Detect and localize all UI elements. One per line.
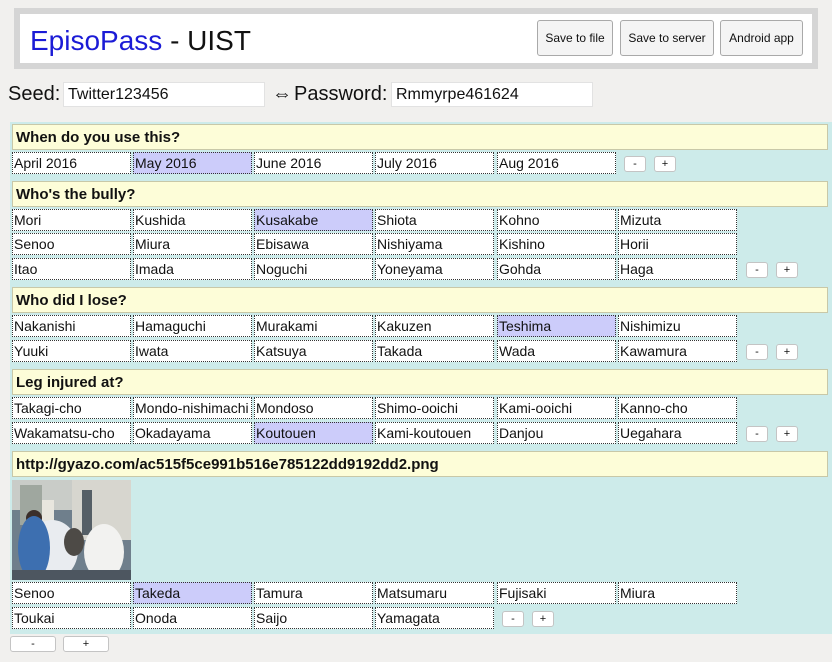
answer-cell[interactable]: Miura xyxy=(618,582,737,604)
seed-input[interactable] xyxy=(63,82,265,107)
answer-cell[interactable]: Hamaguchi xyxy=(133,315,252,337)
answer-cell[interactable]: Fujisaki xyxy=(497,582,616,604)
question-title: Who did I lose? xyxy=(12,287,828,313)
add-question-button[interactable]: + xyxy=(63,636,109,652)
answer-cell[interactable]: Itao xyxy=(12,258,131,280)
answer-cell[interactable]: Tamura xyxy=(254,582,373,604)
seed-password-row: Seed: ⇔ Password: xyxy=(8,82,608,108)
answer-cell-selected[interactable]: Teshima xyxy=(497,315,616,337)
answer-cell[interactable]: Yamagata xyxy=(375,607,494,629)
answer-cell[interactable]: Kishino xyxy=(497,233,616,255)
answer-cell[interactable]: Onoda xyxy=(133,607,252,629)
remove-question-button[interactable]: - xyxy=(10,636,56,652)
answer-cell[interactable]: June 2016 xyxy=(254,152,373,174)
answer-cell[interactable]: Toukai xyxy=(12,607,131,629)
answer-cell[interactable]: Aug 2016 xyxy=(497,152,616,174)
answer-cell[interactable]: Yuuki xyxy=(12,340,131,362)
answer-cell[interactable]: Saijo xyxy=(254,607,373,629)
save-to-file-button[interactable]: Save to file xyxy=(537,20,613,56)
answer-cell[interactable]: April 2016 xyxy=(12,152,131,174)
header: EpisoPass - UIST Save to file Save to se… xyxy=(20,14,812,63)
question-photo xyxy=(12,480,131,580)
answer-cell[interactable]: Uegahara xyxy=(618,422,737,444)
answer-cell[interactable]: Murakami xyxy=(254,315,373,337)
answer-cell[interactable]: Ebisawa xyxy=(254,233,373,255)
answer-cell[interactable]: Kohno xyxy=(497,209,616,231)
answer-cell[interactable]: Takagi-cho xyxy=(12,397,131,419)
answer-cell[interactable]: Kakuzen xyxy=(375,315,494,337)
save-to-server-button[interactable]: Save to server xyxy=(620,20,714,56)
title-suffix: - UIST xyxy=(162,25,251,56)
remove-answer-button[interactable]: - xyxy=(624,156,646,172)
answer-cell[interactable]: July 2016 xyxy=(375,152,494,174)
password-label: Password: xyxy=(294,83,388,105)
answer-cell[interactable]: Kami-koutouen xyxy=(375,422,494,444)
remove-answer-button[interactable]: - xyxy=(746,262,768,278)
answer-cell[interactable]: Nakanishi xyxy=(12,315,131,337)
answer-cell[interactable]: Haga xyxy=(618,258,737,280)
app-title: EpisoPass - UIST xyxy=(30,25,251,57)
add-answer-button[interactable]: + xyxy=(776,262,798,278)
answer-cell[interactable]: Imada xyxy=(133,258,252,280)
answer-cell[interactable]: Shiota xyxy=(375,209,494,231)
answer-cell[interactable]: Wada xyxy=(497,340,616,362)
bidirectional-arrow-icon: ⇔ xyxy=(272,83,292,105)
brand-name: EpisoPass xyxy=(30,25,163,56)
seed-label: Seed: xyxy=(8,83,61,105)
answer-cell[interactable]: Kawamura xyxy=(618,340,737,362)
answer-cell[interactable]: Takada xyxy=(375,340,494,362)
answer-cell[interactable]: Matsumaru xyxy=(375,582,494,604)
answer-cell[interactable]: Okadayama xyxy=(133,422,252,444)
question-title: Who's the bully? xyxy=(12,181,828,207)
remove-answer-button[interactable]: - xyxy=(746,344,768,360)
remove-answer-button[interactable]: - xyxy=(502,611,524,627)
answer-cell[interactable]: Horii xyxy=(618,233,737,255)
question-title: Leg injured at? xyxy=(12,369,828,395)
add-answer-button[interactable]: + xyxy=(532,611,554,627)
add-answer-button[interactable]: + xyxy=(776,344,798,360)
question-title: http://gyazo.com/ac515f5ce991b516e785122… xyxy=(12,451,828,477)
answer-cell[interactable]: Mondoso xyxy=(254,397,373,419)
answer-cell[interactable]: Miura xyxy=(133,233,252,255)
answer-cell[interactable]: Senoo xyxy=(12,233,131,255)
answer-cell[interactable]: Kami-ooichi xyxy=(497,397,616,419)
answer-cell[interactable]: Kushida xyxy=(133,209,252,231)
answer-cell[interactable]: Katsuya xyxy=(254,340,373,362)
answer-cell[interactable]: Gohda xyxy=(497,258,616,280)
answer-cell[interactable]: Nishimizu xyxy=(618,315,737,337)
add-answer-button[interactable]: + xyxy=(654,156,676,172)
answer-cell[interactable]: Shimo-ooichi xyxy=(375,397,494,419)
answer-cell[interactable]: Kanno-cho xyxy=(618,397,737,419)
answer-cell-selected[interactable]: Kusakabe xyxy=(254,209,373,231)
answer-cell[interactable]: Yoneyama xyxy=(375,258,494,280)
answer-cell[interactable]: Senoo xyxy=(12,582,131,604)
answer-cell[interactable]: Noguchi xyxy=(254,258,373,280)
remove-answer-button[interactable]: - xyxy=(746,426,768,442)
answer-cell[interactable]: Iwata xyxy=(133,340,252,362)
answer-cell[interactable]: Danjou xyxy=(497,422,616,444)
question-title: When do you use this? xyxy=(12,124,828,150)
answer-cell[interactable]: Nishiyama xyxy=(375,233,494,255)
answer-cell[interactable]: Wakamatsu-cho xyxy=(12,422,131,444)
answer-cell-selected[interactable]: Takeda xyxy=(133,582,252,604)
answer-cell[interactable]: Mori xyxy=(12,209,131,231)
questions-area: When do you use this? April 2016 May 201… xyxy=(10,122,832,634)
answer-cell[interactable]: Mizuta xyxy=(618,209,737,231)
answer-cell-selected[interactable]: Koutouen xyxy=(254,422,373,444)
answer-cell[interactable]: Mondo-nishimachi xyxy=(133,397,252,419)
street-photo-image xyxy=(12,480,131,580)
add-answer-button[interactable]: + xyxy=(776,426,798,442)
password-input[interactable] xyxy=(391,82,593,107)
header-frame: EpisoPass - UIST Save to file Save to se… xyxy=(14,8,818,69)
android-app-button[interactable]: Android app xyxy=(720,20,803,56)
answer-cell-selected[interactable]: May 2016 xyxy=(133,152,252,174)
